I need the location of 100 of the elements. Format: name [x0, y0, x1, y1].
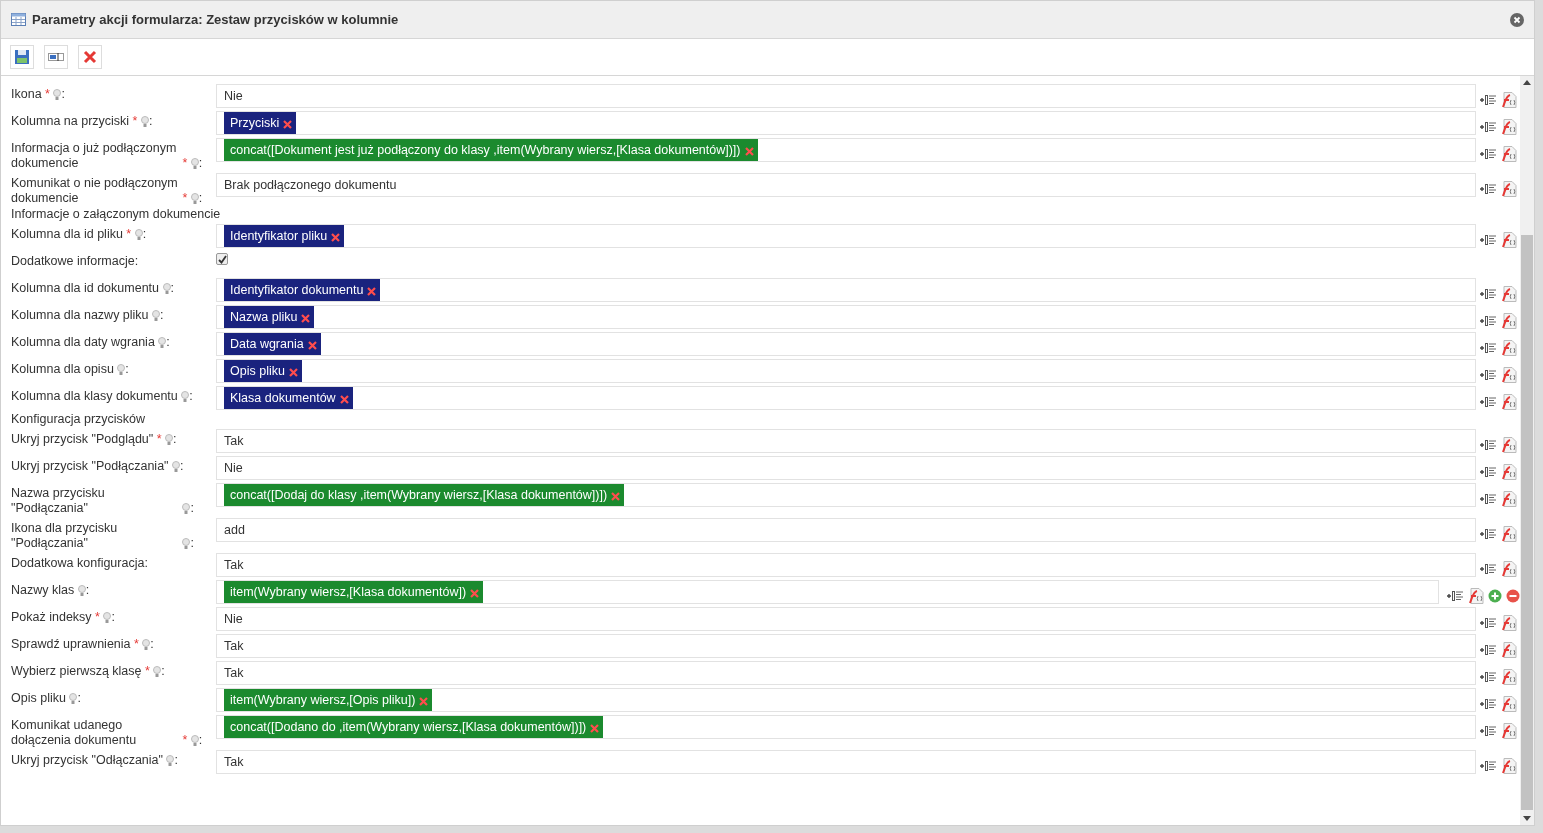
label-colon: : [142, 227, 147, 241]
field-label: Ukryj przycisk "Odłączania" [11, 753, 163, 768]
save-button[interactable] [10, 45, 34, 69]
function-icon[interactable] [1501, 230, 1517, 249]
label-colon: : [180, 459, 184, 473]
scroll-up-icon[interactable] [1523, 80, 1531, 85]
required-mark: * [182, 156, 188, 170]
function-icon[interactable] [1501, 365, 1517, 384]
field-label: Kolumna dla nazwy pliku [11, 308, 149, 323]
input-field[interactable]: Klasa dokumentów [216, 386, 1476, 410]
close-icon[interactable] [1510, 12, 1524, 27]
field-label: Dodatkowe informacje [11, 254, 135, 269]
input-field[interactable]: Identyfikator dokumentu [216, 278, 1476, 302]
function-icon[interactable] [1501, 462, 1517, 481]
field-label: Kolumna dla klasy dokumentu [11, 389, 178, 404]
field-label: Kolumna na przyciski [11, 114, 130, 129]
input-field[interactable]: Tak [216, 553, 1476, 577]
value-tag: concat([Dokument jest już podłączony do klasy ,item(Wybrany wiersz,[Klasa dokumentów])]) [224, 139, 758, 161]
field-label: Opis pliku [11, 691, 66, 706]
field-label: Ukryj przycisk "Podłączania" [11, 459, 169, 474]
required-mark: * [95, 610, 100, 624]
close-icon [83, 50, 97, 64]
field-label: Ikona [11, 87, 42, 102]
field-label: Kolumna dla id dokumentu [11, 281, 159, 296]
label-colon: : [166, 335, 170, 349]
field-label: Nazwa przycisku "Podłączania" [11, 486, 106, 516]
label-colon: : [190, 501, 194, 515]
input-field[interactable]: Nie [216, 84, 1476, 108]
function-icon[interactable] [1501, 338, 1517, 357]
function-icon[interactable] [1501, 311, 1517, 330]
input-field[interactable]: Tak [216, 429, 1476, 453]
input-field[interactable]: concat([Dodano do ,item(Wybrany wiersz,[Klasa dokumentów])]) [216, 715, 1476, 739]
function-icon[interactable] [1501, 284, 1517, 303]
field-label: Ikona dla przycisku "Podłączania" [11, 521, 119, 551]
value-tag: Data wgrania [224, 333, 321, 355]
input-field[interactable]: Tak [216, 750, 1476, 774]
label-colon: : [174, 753, 178, 767]
input-field[interactable]: Data wgrania [216, 332, 1476, 356]
input-field[interactable]: Brak podłączonego dokumentu [216, 173, 1476, 197]
input-field[interactable]: Nie [216, 456, 1476, 480]
field-label: Ukryj przycisk "Podglądu" [11, 432, 154, 447]
value-tag: Opis pliku [224, 360, 302, 382]
field-label: Kolumna dla daty wgrania [11, 335, 155, 350]
function-icon[interactable] [1501, 435, 1517, 454]
input-field[interactable]: Tak [216, 634, 1476, 658]
rename-button[interactable] [44, 45, 68, 69]
input-field[interactable]: Nazwa pliku [216, 305, 1476, 329]
field-label: Pokaż indeksy [11, 610, 92, 625]
label-colon: : [111, 610, 115, 624]
label-colon: : [170, 281, 174, 295]
input-field[interactable]: Identyfikator pliku [216, 224, 1476, 248]
input-field[interactable]: item(Wybrany wiersz,[Klasa dokumentów]) [216, 580, 1439, 604]
label-colon: : [161, 664, 165, 678]
field-label: Wybierz pierwszą klasę [11, 664, 142, 679]
input-field[interactable]: add [216, 518, 1476, 542]
input-field[interactable]: Tak [216, 661, 1476, 685]
function-icon[interactable] [1501, 721, 1517, 740]
function-icon[interactable] [1501, 179, 1517, 198]
field-label: Informacja o już podłączonym dokumencie [11, 141, 178, 171]
function-icon[interactable] [1501, 144, 1517, 163]
function-icon[interactable] [1501, 559, 1517, 578]
scroll-down-icon[interactable] [1523, 816, 1531, 821]
value-tag: concat([Dodano do ,item(Wybrany wiersz,[Klasa dokumentów])]) [224, 716, 604, 738]
section-heading: Informacje o załączonym dokumencie [11, 206, 222, 222]
input-field[interactable]: concat([Dodaj do klasy ,item(Wybrany wiersz,[Klasa dokumentów])]) [216, 483, 1476, 507]
label-colon: : [134, 254, 139, 268]
function-icon[interactable] [1501, 489, 1517, 508]
function-icon[interactable] [1501, 392, 1517, 411]
label-colon: : [173, 432, 177, 446]
scrollbar[interactable] [1520, 76, 1534, 825]
section-heading: Konfiguracja przycisków [11, 411, 147, 427]
input-field[interactable]: Nie [216, 607, 1476, 631]
label-colon: : [150, 637, 154, 651]
required-mark: * [144, 664, 150, 678]
input-field[interactable]: concat([Dokument jest już podłączony do klasy ,item(Wybrany wiersz,[Klasa dokumentów])]) [216, 138, 1476, 162]
label-colon: : [77, 691, 81, 705]
function-icon[interactable] [1501, 613, 1517, 632]
function-icon[interactable] [1501, 117, 1517, 136]
value-tag: concat([Dodaj do klasy ,item(Wybrany wiersz,[Klasa dokumentów])]) [224, 484, 625, 506]
close-button[interactable] [78, 45, 102, 69]
input-field[interactable]: Opis pliku [216, 359, 1476, 383]
input-field[interactable]: item(Wybrany wiersz,[Opis pliku]) [216, 688, 1476, 712]
field-label: Komunikat udanego dołączenia dokumentu [11, 718, 138, 748]
function-icon[interactable] [1468, 586, 1484, 605]
required-mark: * [182, 733, 188, 747]
label-colon: : [198, 191, 203, 205]
label-colon: : [85, 583, 90, 597]
function-icon[interactable] [1501, 640, 1517, 659]
function-icon[interactable] [1501, 524, 1517, 543]
function-icon[interactable] [1501, 90, 1517, 109]
function-icon[interactable] [1501, 667, 1517, 686]
value-tag: item(Wybrany wiersz,[Klasa dokumentów]) [224, 581, 484, 603]
input-field[interactable]: Przyciski [216, 111, 1476, 135]
required-mark: * [134, 637, 139, 651]
checkbox[interactable] [216, 253, 228, 265]
function-icon[interactable] [1501, 756, 1517, 775]
function-icon[interactable] [1501, 694, 1517, 713]
label-colon: : [125, 362, 129, 376]
required-mark: * [126, 227, 132, 241]
label-colon: : [189, 389, 193, 403]
